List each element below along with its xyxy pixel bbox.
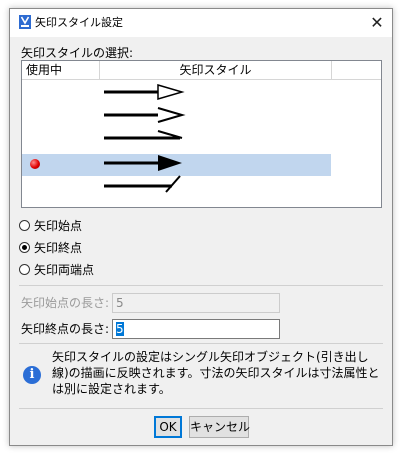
cancel-button[interactable]: キャンセル	[189, 416, 250, 438]
column-header-in-use[interactable]: 使用中	[22, 61, 100, 80]
arrow-open-triangle[interactable]	[104, 84, 185, 100]
start-length-input: 5	[112, 293, 280, 313]
close-icon: ✕	[370, 13, 384, 32]
start-length-value: 5	[116, 296, 124, 310]
radio-label-end: 矢印終点	[34, 241, 83, 255]
separator	[19, 285, 383, 286]
end-length-label: 矢印終点の長さ:	[21, 322, 110, 336]
arrow-style-selection-label: 矢印スタイルの選択:	[21, 46, 134, 60]
arrow-style-previews	[104, 84, 186, 193]
separator	[19, 343, 383, 344]
info-message: 矢印スタイルの設定はシングル矢印オブジェクト(引き出し線)の描画に反映されます。…	[52, 350, 380, 396]
end-length-input[interactable]: 5	[112, 319, 280, 339]
arrow-open-chevron[interactable]	[104, 107, 186, 123]
ok-button[interactable]: OK	[154, 416, 182, 438]
radio-label-both: 矢印両端点	[34, 263, 95, 277]
info-icon: i	[23, 366, 41, 384]
arrow-barb[interactable]	[104, 130, 183, 140]
column-header-empty	[332, 61, 381, 80]
title-bar: 矢印スタイル設定 ✕	[10, 9, 392, 37]
arrow-style-dialog: 矢印スタイル設定 ✕ 矢印スタイルの選択: 使用中 矢印スタイル 矢印始点 矢印…	[9, 8, 393, 446]
window-title: 矢印スタイル設定	[35, 16, 123, 29]
arrow-style-list[interactable]: 使用中 矢印スタイル	[21, 60, 382, 208]
radio-button-both[interactable]	[19, 264, 30, 275]
radio-button-end[interactable]	[19, 242, 30, 253]
column-header-arrow-style[interactable]: 矢印スタイル	[100, 61, 332, 80]
arrow-slash[interactable]	[104, 175, 181, 193]
arrow-filled-triangle[interactable]	[104, 155, 182, 171]
app-icon	[19, 15, 31, 29]
close-button[interactable]: ✕	[366, 12, 388, 34]
end-length-value: 5	[116, 322, 124, 336]
radio-label-start: 矢印始点	[34, 219, 83, 233]
in-use-marker-icon	[30, 159, 40, 169]
start-length-label: 矢印始点の長さ:	[21, 296, 110, 310]
separator	[19, 408, 383, 409]
radio-button-start[interactable]	[19, 220, 30, 231]
